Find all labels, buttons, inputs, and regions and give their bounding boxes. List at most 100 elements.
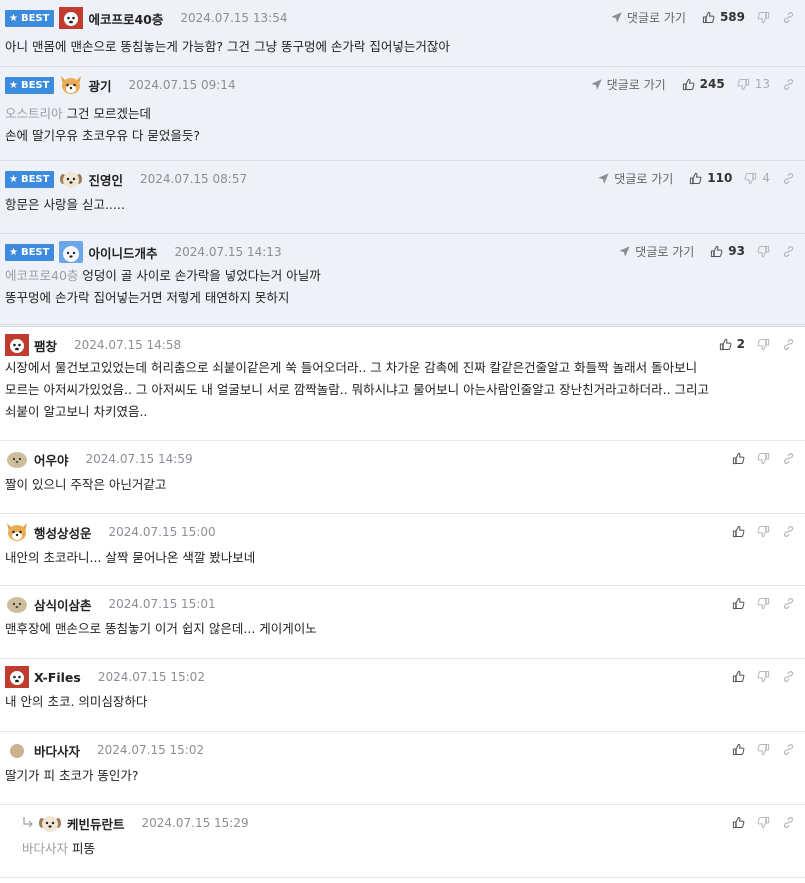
comment-body: 내안의 초코라니... 살짝 묻어나온 색깔 봤나보네 xyxy=(5,547,255,569)
comment-text: 쇠붙이 알고보니 차키였음.. xyxy=(5,404,148,419)
link-icon[interactable] xyxy=(782,245,795,258)
link-icon[interactable] xyxy=(782,670,795,683)
nickname[interactable]: 아이니드개추 xyxy=(88,243,157,262)
best-comment: ★ BEST 광기 2024.07.15 09:14 댓글로 가기 245 13 오스트리아 … xyxy=(0,67,805,161)
dot-avatar[interactable] xyxy=(5,739,29,761)
go-to-reply-button[interactable]: 댓글로 가기 xyxy=(590,76,666,93)
star-icon: ★ xyxy=(9,173,18,185)
upvote-button[interactable]: 93 xyxy=(710,244,745,258)
thumbs-up-icon xyxy=(719,338,732,351)
comment-date: 2024.07.15 13:54 xyxy=(180,11,288,25)
nickname[interactable]: 삼식이삼촌 xyxy=(34,595,92,614)
downvote-button[interactable] xyxy=(757,11,770,24)
upvote-button[interactable] xyxy=(732,597,745,610)
downvote-button[interactable] xyxy=(757,245,770,258)
downvote-button[interactable] xyxy=(757,452,770,465)
link-icon[interactable] xyxy=(782,525,795,538)
thumbs-up-icon xyxy=(732,743,745,756)
link-icon[interactable] xyxy=(782,338,795,351)
shiba-avatar[interactable] xyxy=(5,521,29,543)
go-to-reply-button[interactable]: 댓글로 가기 xyxy=(618,243,694,260)
upvote-button[interactable]: 2 xyxy=(719,337,745,351)
link-icon[interactable] xyxy=(782,597,795,610)
comment-line: 쇠붙이 알고보니 차키였음.. xyxy=(5,401,709,423)
thumbs-down-icon xyxy=(757,245,770,258)
comment-text: 딸기가 피 초코가 똥인가? xyxy=(5,768,139,783)
comment-tools: 댓글로 가기 245 13 xyxy=(590,75,795,93)
blob-avatar[interactable] xyxy=(5,448,29,470)
upvote-button[interactable]: 110 xyxy=(689,171,732,185)
comment-tools xyxy=(732,594,795,612)
puppy-avatar[interactable] xyxy=(38,812,62,834)
red-dog-avatar[interactable] xyxy=(59,7,84,29)
mention[interactable]: 에코프로40층 xyxy=(5,268,78,283)
thumbs-down-icon xyxy=(757,816,770,829)
nickname[interactable]: 행성상성운 xyxy=(34,523,92,542)
upvote-button[interactable] xyxy=(732,816,745,829)
thumbs-down-icon xyxy=(757,743,770,756)
upvote-button[interactable] xyxy=(732,452,745,465)
blue-dog-avatar[interactable] xyxy=(59,241,84,263)
nickname[interactable]: 바다사자 xyxy=(34,741,80,760)
downvote-button[interactable] xyxy=(757,338,770,351)
downvote-button[interactable] xyxy=(757,597,770,610)
go-to-reply-button[interactable]: 댓글로 가기 xyxy=(610,9,686,26)
link-icon[interactable] xyxy=(782,743,795,756)
link-icon[interactable] xyxy=(782,452,795,465)
thumbs-down-icon xyxy=(744,172,757,185)
nickname[interactable]: 팸창 xyxy=(34,336,57,355)
comment-text: 피똥 xyxy=(72,841,96,856)
red-dog-avatar[interactable] xyxy=(5,334,29,356)
go-to-reply-label: 댓글로 가기 xyxy=(626,10,686,25)
comment-tools: 댓글로 가기 589 xyxy=(610,8,795,26)
nickname[interactable]: 에코프로40층 xyxy=(88,9,163,28)
thumbs-up-icon xyxy=(732,452,745,465)
nickname[interactable]: X-Files xyxy=(34,670,81,685)
nickname[interactable]: 진영인 xyxy=(88,170,123,189)
comment-date: 2024.07.15 15:02 xyxy=(97,670,205,684)
link-icon[interactable] xyxy=(782,172,795,185)
go-to-reply-label: 댓글로 가기 xyxy=(606,77,666,92)
comment-date: 2024.07.15 14:13 xyxy=(174,245,282,259)
mention[interactable]: 바다사자 xyxy=(22,841,68,856)
best-badge: ★ BEST xyxy=(5,243,55,261)
comment-tools xyxy=(732,449,795,467)
upvote-button[interactable] xyxy=(732,525,745,538)
downvote-count: 4 xyxy=(762,171,770,185)
upvote-button[interactable] xyxy=(732,743,745,756)
blob-avatar[interactable] xyxy=(5,593,29,615)
link-icon[interactable] xyxy=(782,816,795,829)
best-comment: ★ BEST 에코프로40층 2024.07.15 13:54 댓글로 가기 589 아니 … xyxy=(0,0,805,67)
comment-header: 어우야 2024.07.15 14:59 xyxy=(5,448,193,470)
nickname[interactable]: 케빈듀란트 xyxy=(67,814,125,833)
thumbs-down-icon xyxy=(757,338,770,351)
go-to-reply-label: 댓글로 가기 xyxy=(614,171,674,186)
thumbs-up-icon xyxy=(732,670,745,683)
downvote-button[interactable] xyxy=(757,743,770,756)
comment-text: 내안의 초코라니... 살짝 묻어나온 색깔 봤나보네 xyxy=(5,550,256,565)
downvote-button[interactable]: 13 xyxy=(737,77,770,91)
comment-header: 바다사자 2024.07.15 15:02 xyxy=(5,739,204,761)
comment-text: 짤이 있으니 주작은 아닌거같고 xyxy=(5,477,167,492)
comment-header: 팸창 2024.07.15 14:58 xyxy=(5,334,181,356)
shiba-avatar[interactable] xyxy=(59,74,83,96)
downvote-button[interactable] xyxy=(757,816,770,829)
mention[interactable]: 오스트리아 xyxy=(5,106,63,121)
comment-header: 삼식이삼촌 2024.07.15 15:01 xyxy=(5,593,216,615)
upvote-button[interactable]: 245 xyxy=(682,77,725,91)
link-icon[interactable] xyxy=(782,11,795,24)
nickname[interactable]: 어우야 xyxy=(34,450,69,469)
comment-line: 맨후장에 맨손으로 똥침놓기 이거 쉽지 않은데... 게이게이노 xyxy=(5,618,317,640)
nickname[interactable]: 광기 xyxy=(88,76,111,95)
downvote-button[interactable]: 4 xyxy=(744,171,770,185)
puppy-avatar[interactable] xyxy=(59,168,83,190)
best-badge-label: BEST xyxy=(20,246,50,258)
send-icon xyxy=(597,172,614,185)
upvote-button[interactable]: 589 xyxy=(702,10,745,24)
link-icon[interactable] xyxy=(782,78,795,91)
downvote-button[interactable] xyxy=(757,670,770,683)
go-to-reply-button[interactable]: 댓글로 가기 xyxy=(597,170,673,187)
red-dog-avatar[interactable] xyxy=(5,666,29,688)
upvote-button[interactable] xyxy=(732,670,745,683)
downvote-button[interactable] xyxy=(757,525,770,538)
